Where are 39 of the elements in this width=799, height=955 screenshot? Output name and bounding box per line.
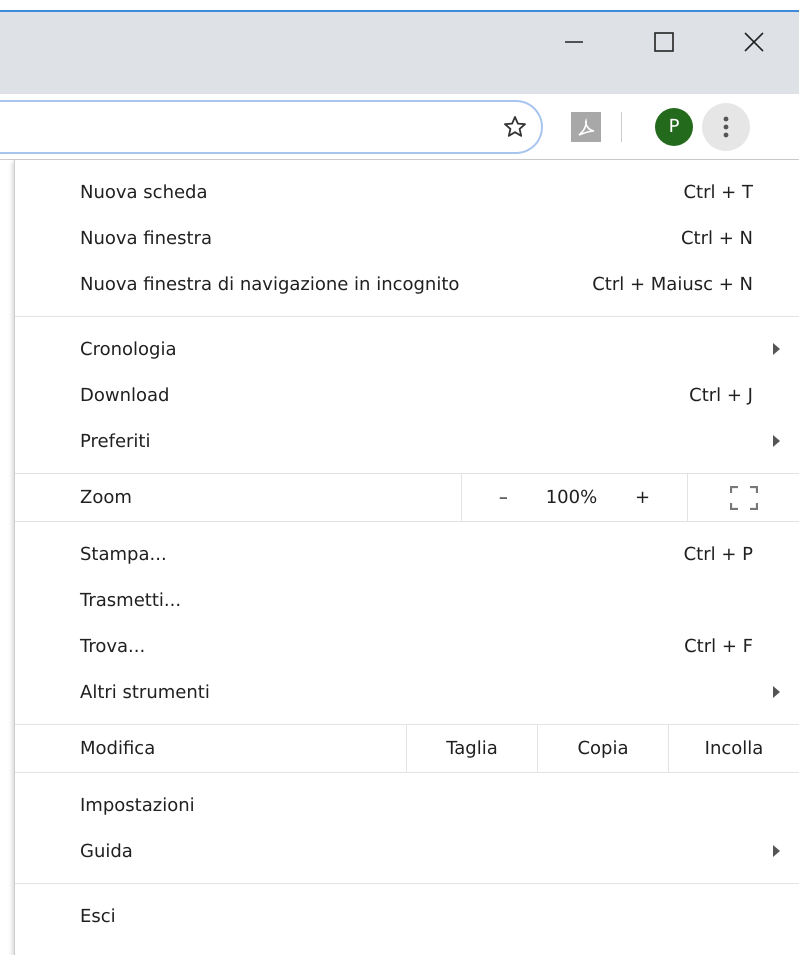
menu-item[interactable]: Download Ctrl + J [15,372,799,418]
menu-item[interactable]: Guida [15,828,799,874]
close-icon[interactable] [744,32,764,52]
zoom-in-button[interactable]: + [629,487,656,508]
menu-item[interactable]: Trasmetti... [15,577,799,623]
zoom-level: 100% [546,487,598,508]
menu-item[interactable]: Nuova finestra Ctrl + N [15,215,799,261]
shortcut-label: Ctrl + J [689,384,753,406]
star-icon[interactable] [503,114,527,138]
fullscreen-icon[interactable] [730,486,758,510]
menu-item[interactable]: Stampa... Ctrl + P [15,531,799,577]
menu-item[interactable]: Altri strumenti [15,669,799,715]
menu-icon[interactable] [723,116,729,138]
address-field[interactable] [0,100,543,154]
zoom-label: Zoom [80,487,133,508]
menu-item[interactable]: Trova... Ctrl + F [15,623,799,669]
shortcut-label: Ctrl + N [680,228,753,248]
maximize-icon[interactable] [654,32,674,52]
menu-item[interactable]: Esci [15,893,799,939]
submenu-arrow-icon[interactable] [773,343,781,355]
shortcut-label: Ctrl + Maiusc + N [592,274,753,294]
shortcut-label: Ctrl + F [684,636,753,656]
menu-item[interactable]: Cronologia [15,326,799,372]
edit-label: Modifica [80,738,156,759]
menu-item[interactable]: Preferiti [15,418,799,464]
shortcut-label: Ctrl + P [684,544,753,564]
edit-action-button[interactable]: Taglia [406,725,537,772]
submenu-arrow-icon[interactable] [773,686,781,698]
menu-button[interactable] [702,102,750,150]
profile-avatar[interactable]: P [655,108,693,146]
menu-item[interactable]: Impostazioni [15,782,799,828]
edit-action-button[interactable]: Copia [537,725,668,772]
zoom-out-button[interactable]: – [492,487,514,508]
shortcut-label: Ctrl + T [683,182,753,202]
submenu-arrow-icon[interactable] [773,845,781,857]
menu-item[interactable]: Nuova finestra di navigazione in incognito Ctrl + Maiusc + N [15,261,799,307]
edit-action-button[interactable]: Incolla [668,725,799,772]
menu-item[interactable]: Nuova scheda Ctrl + T [15,169,799,215]
submenu-arrow-icon[interactable] [773,435,781,447]
